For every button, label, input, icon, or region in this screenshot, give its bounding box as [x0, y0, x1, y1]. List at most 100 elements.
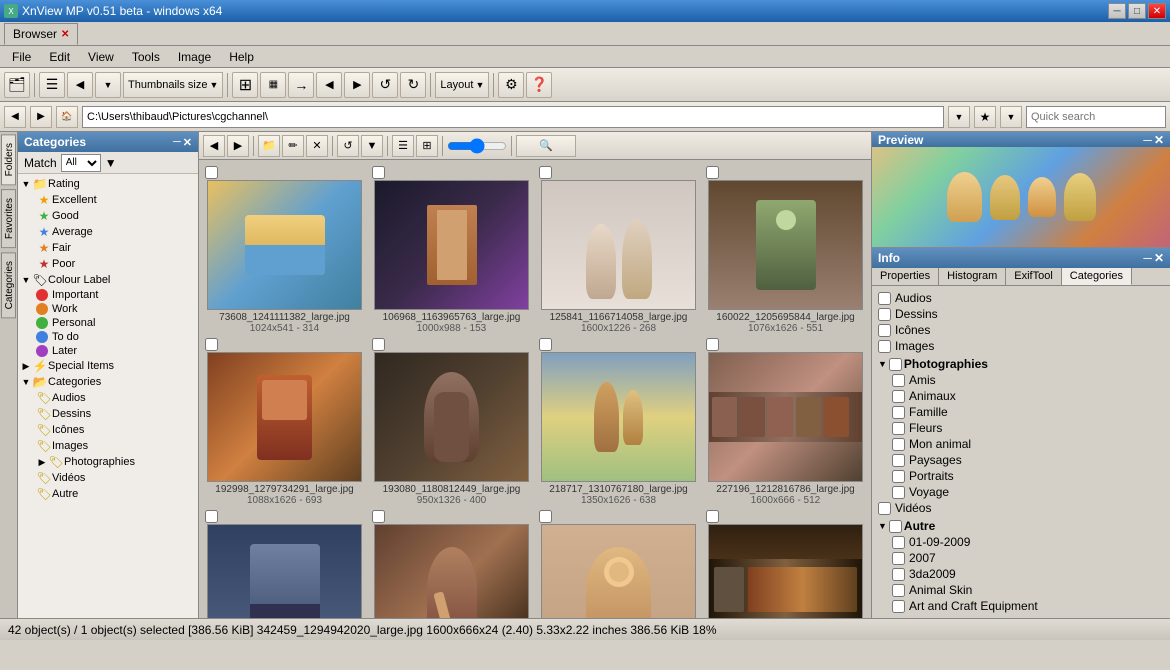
- tree-special-items[interactable]: ▶ ⚡ Special Items: [20, 358, 196, 374]
- cat-check-mon-animal[interactable]: [892, 438, 905, 451]
- cat-check-art-craft[interactable]: [892, 600, 905, 613]
- thumb-frame-7[interactable]: [541, 352, 696, 482]
- sidebar-item-favorites[interactable]: Favorites: [1, 189, 16, 248]
- thumb-checkbox-4[interactable]: [706, 166, 719, 179]
- thumb-frame-1[interactable]: [207, 180, 362, 310]
- cat-item-autre[interactable]: ▼ Autre: [876, 518, 1166, 534]
- thumb-frame-11[interactable]: [541, 524, 696, 618]
- expand-colour-icon[interactable]: ▼: [20, 275, 32, 285]
- tree-personal[interactable]: Personal: [20, 316, 196, 330]
- tb-refresh2[interactable]: ↻: [400, 72, 426, 98]
- tree-videos[interactable]: 🏷 Vidéos: [20, 470, 196, 486]
- thumb-frame-4[interactable]: [708, 180, 863, 310]
- menu-file[interactable]: File: [4, 47, 39, 67]
- expand-categories-icon[interactable]: ▼: [20, 377, 32, 387]
- cat-check-videos[interactable]: [878, 502, 891, 515]
- tb-icon2[interactable]: ▦: [260, 72, 286, 98]
- filter-icon[interactable]: ▼: [105, 156, 117, 170]
- tb-icon3[interactable]: →: [288, 72, 314, 98]
- cat-check-autre[interactable]: [889, 520, 902, 533]
- tree-rating[interactable]: ▼ 📁 Rating: [20, 176, 196, 192]
- thumb-checkbox-11[interactable]: [539, 510, 552, 523]
- close-button[interactable]: ✕: [1148, 3, 1166, 19]
- titlebar-buttons[interactable]: ─ □ ✕: [1108, 3, 1166, 19]
- cat-check-animal-skin[interactable]: [892, 584, 905, 597]
- expand-photo-icon[interactable]: ▶: [36, 457, 48, 468]
- tree-autre[interactable]: 🏷 Autre: [20, 486, 196, 502]
- info-close-icon[interactable]: ✕: [1154, 251, 1164, 265]
- categories-minimize-icon[interactable]: ─: [173, 136, 181, 149]
- tb-refresh1[interactable]: ↺: [372, 72, 398, 98]
- tab-exiftool[interactable]: ExifTool: [1006, 268, 1062, 285]
- cat-check-01-09-2009[interactable]: [892, 536, 905, 549]
- tree-work[interactable]: Work: [20, 302, 196, 316]
- tree-photographies[interactable]: ▶ 🏷 Photographies: [20, 454, 196, 470]
- addr-back-btn[interactable]: ◀: [4, 106, 26, 128]
- tree-images[interactable]: 🏷 Images: [20, 438, 196, 454]
- menu-tools[interactable]: Tools: [124, 47, 168, 67]
- preview-close-icon[interactable]: ✕: [1154, 133, 1164, 147]
- menu-image[interactable]: Image: [170, 47, 219, 67]
- preview-header-btns[interactable]: ─ ✕: [1143, 133, 1164, 147]
- cat-check-animaux[interactable]: [892, 390, 905, 403]
- preview-minimize-icon[interactable]: ─: [1143, 133, 1152, 147]
- expand-special-icon[interactable]: ▶: [20, 361, 32, 372]
- tb-icon1[interactable]: ⊞: [232, 72, 258, 98]
- tab-categories[interactable]: Categories: [1062, 268, 1132, 285]
- tree-icones[interactable]: 🏷 Icônes: [20, 422, 196, 438]
- thumb-frame-12[interactable]: [708, 524, 863, 618]
- browser-tab[interactable]: Browser ✕: [4, 23, 78, 45]
- br-thumb-btn[interactable]: ⊞: [416, 135, 438, 157]
- addr-up-btn[interactable]: 🏠: [56, 106, 78, 128]
- thumb-checkbox-12[interactable]: [706, 510, 719, 523]
- tree-audios[interactable]: 🏷 Audios: [20, 390, 196, 406]
- expand-rating-icon[interactable]: ▼: [20, 179, 32, 189]
- menu-help[interactable]: Help: [221, 47, 262, 67]
- thumb-frame-9[interactable]: [207, 524, 362, 618]
- tree-categories[interactable]: ▼ 📂 Categories: [20, 374, 196, 390]
- cat-check-icones[interactable]: [878, 324, 891, 337]
- tree-good[interactable]: ★ Good: [20, 208, 196, 224]
- cat-check-photographies[interactable]: [889, 358, 902, 371]
- tree-excellent[interactable]: ★ Excellent: [20, 192, 196, 208]
- search-input[interactable]: [1026, 106, 1166, 128]
- categories-header-btns[interactable]: ─ ✕: [173, 136, 192, 149]
- sidebar-item-categories[interactable]: Categories: [1, 252, 16, 318]
- tb-browser-btn[interactable]: 🗂: [4, 72, 30, 98]
- cat-check-images[interactable]: [878, 340, 891, 353]
- cat-check-portraits[interactable]: [892, 470, 905, 483]
- match-select[interactable]: All Any: [61, 154, 101, 172]
- addr-fav-btn[interactable]: ★: [974, 106, 996, 128]
- addr-fav-drop-btn[interactable]: ▼: [1000, 106, 1022, 128]
- thumb-checkbox-1[interactable]: [205, 166, 218, 179]
- thumb-checkbox-5[interactable]: [205, 338, 218, 351]
- address-input[interactable]: [82, 106, 944, 128]
- minimize-button[interactable]: ─: [1108, 3, 1126, 19]
- tb-thumb-size[interactable]: Thumbnails size ▼: [123, 72, 223, 98]
- thumb-frame-6[interactable]: [374, 352, 529, 482]
- info-header-btns[interactable]: ─ ✕: [1143, 251, 1164, 265]
- cat-item-photographies[interactable]: ▼ Photographies: [876, 356, 1166, 372]
- thumb-checkbox-9[interactable]: [205, 510, 218, 523]
- expand-autre-icon[interactable]: ▼: [878, 521, 887, 531]
- cat-check-2007[interactable]: [892, 552, 905, 565]
- sidebar-item-folders[interactable]: Folders: [1, 134, 16, 185]
- thumb-checkbox-3[interactable]: [539, 166, 552, 179]
- br-back-btn[interactable]: ◀: [203, 135, 225, 157]
- tab-close-icon[interactable]: ✕: [61, 29, 69, 40]
- tree-important[interactable]: Important: [20, 288, 196, 302]
- cat-check-famille[interactable]: [892, 406, 905, 419]
- tree-average[interactable]: ★ Average: [20, 224, 196, 240]
- tree-fair[interactable]: ★ Fair: [20, 240, 196, 256]
- tb-next-btn[interactable]: ▶: [344, 72, 370, 98]
- cat-check-voyage[interactable]: [892, 486, 905, 499]
- addr-forward-btn[interactable]: ▶: [30, 106, 52, 128]
- cat-check-audios[interactable]: [878, 292, 891, 305]
- br-filter-btn[interactable]: ▼: [361, 135, 383, 157]
- maximize-button[interactable]: □: [1128, 3, 1146, 19]
- br-forward-btn[interactable]: ▶: [227, 135, 249, 157]
- cat-check-amis[interactable]: [892, 374, 905, 387]
- tb-dropdown-btn[interactable]: ▼: [95, 72, 121, 98]
- tree-later[interactable]: Later: [20, 344, 196, 358]
- tab-histogram[interactable]: Histogram: [939, 268, 1006, 285]
